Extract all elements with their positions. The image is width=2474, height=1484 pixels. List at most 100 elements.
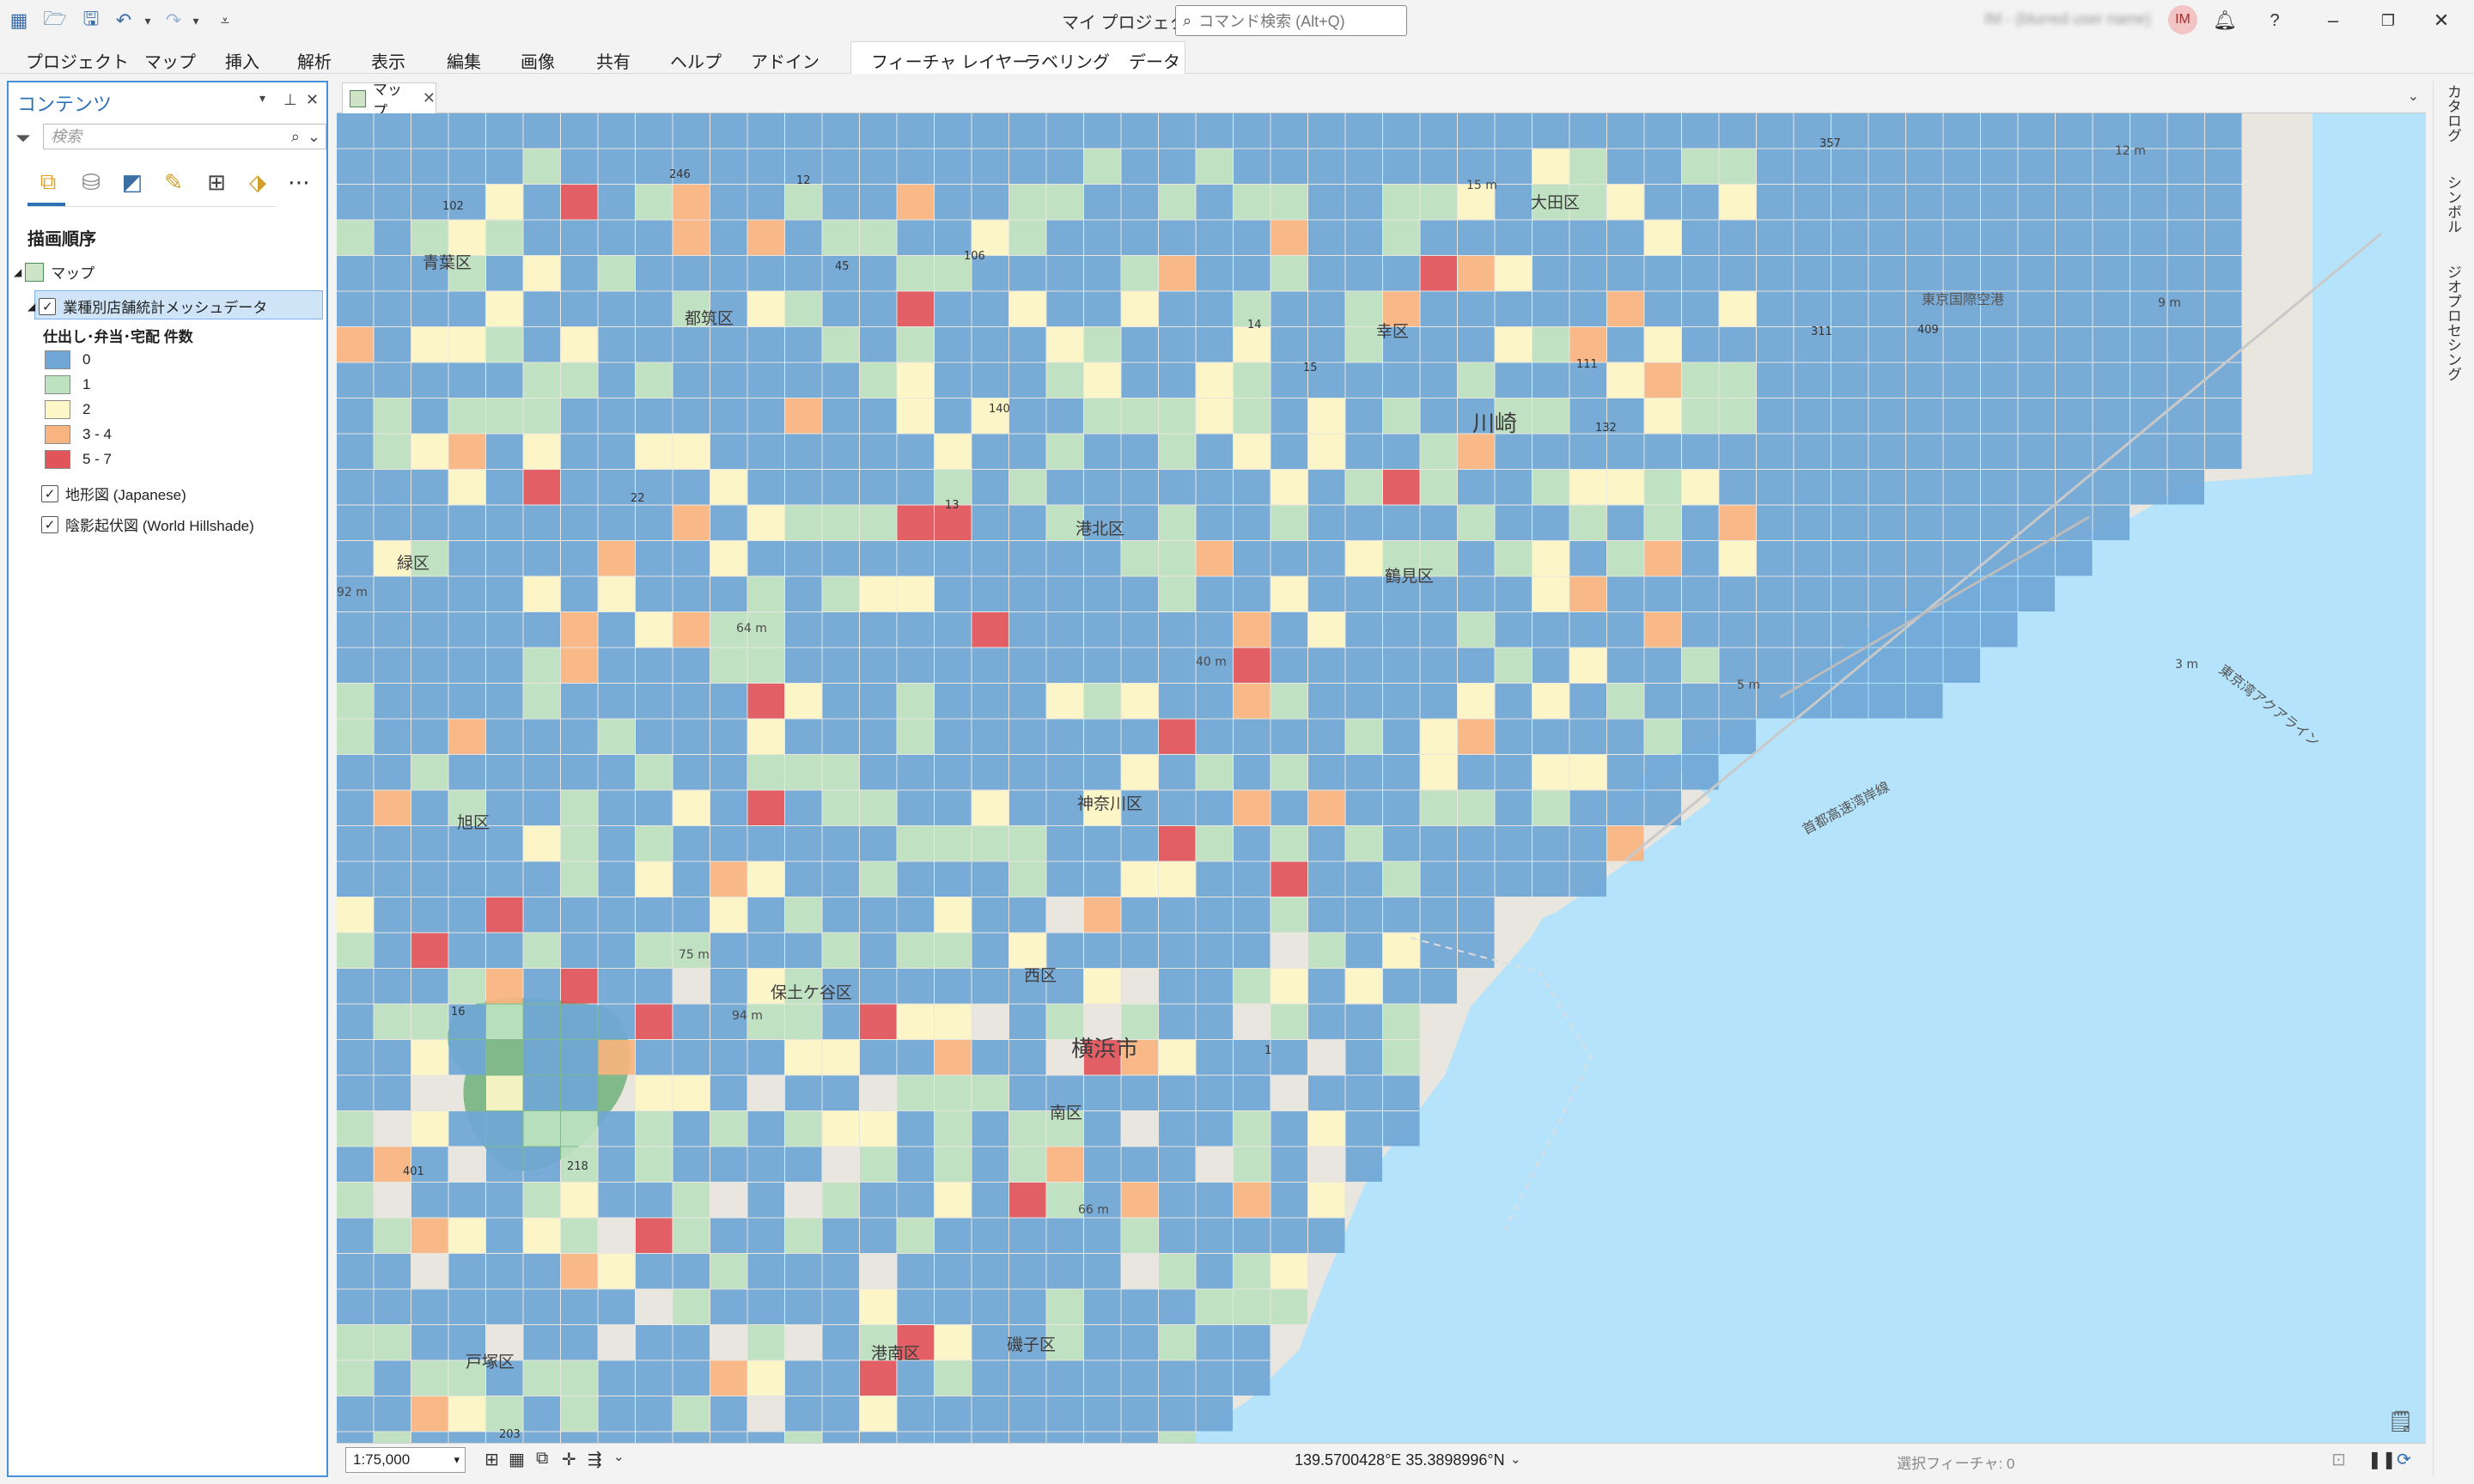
mesh-cell[interactable] xyxy=(1159,1040,1196,1075)
mesh-cell[interactable] xyxy=(1046,1146,1084,1183)
mesh-cell[interactable] xyxy=(860,612,897,648)
mesh-cell[interactable] xyxy=(2056,113,2093,149)
mesh-cell[interactable] xyxy=(1569,256,1607,291)
mesh-cell[interactable] xyxy=(1046,327,1084,362)
mesh-cell[interactable] xyxy=(897,220,935,256)
mesh-cell[interactable] xyxy=(710,256,747,291)
mesh-cell[interactable] xyxy=(337,434,374,470)
mesh-cell[interactable] xyxy=(1196,1004,1234,1040)
mesh-cell[interactable] xyxy=(710,897,747,933)
mesh-cell[interactable] xyxy=(523,1254,561,1289)
mesh-cell[interactable] xyxy=(673,434,710,470)
mesh-cell[interactable] xyxy=(710,1111,747,1146)
mesh-cell[interactable] xyxy=(1159,1111,1196,1146)
mesh-cell[interactable] xyxy=(448,1396,486,1432)
mesh-cell[interactable] xyxy=(337,1218,374,1254)
mesh-cell[interactable] xyxy=(860,185,897,220)
mesh-cell[interactable] xyxy=(1159,327,1196,362)
mesh-cell[interactable] xyxy=(1719,505,1757,541)
mesh-cell[interactable] xyxy=(1159,684,1196,719)
mesh-cell[interactable] xyxy=(2167,470,2205,505)
mesh-cell[interactable] xyxy=(561,861,598,897)
mesh-cell[interactable] xyxy=(710,327,747,362)
mesh-cell[interactable] xyxy=(1196,1111,1234,1146)
mesh-cell[interactable] xyxy=(1159,1075,1196,1111)
mesh-cell[interactable] xyxy=(411,612,448,648)
mesh-cell[interactable] xyxy=(2167,256,2205,291)
mesh-cell[interactable] xyxy=(747,826,785,861)
mesh-cell[interactable] xyxy=(2130,185,2167,220)
mesh-cell[interactable] xyxy=(1345,470,1383,505)
mesh-cell[interactable] xyxy=(337,1004,374,1040)
mesh-cell[interactable] xyxy=(1084,1146,1121,1183)
mesh-cell[interactable] xyxy=(337,969,374,1004)
mesh-cell[interactable] xyxy=(1308,541,1345,576)
mesh-cell[interactable] xyxy=(935,327,972,362)
mesh-cell[interactable] xyxy=(2018,256,2056,291)
mesh-cell[interactable] xyxy=(337,1289,374,1325)
mesh-cell[interactable] xyxy=(1196,220,1234,256)
mesh-cell[interactable] xyxy=(1196,790,1234,826)
mesh-cell[interactable] xyxy=(1271,149,1308,185)
mesh-cell[interactable] xyxy=(1458,362,1495,398)
mesh-cell[interactable] xyxy=(1533,149,1569,185)
mesh-cell[interactable] xyxy=(1607,185,1644,220)
mesh-cell[interactable] xyxy=(561,362,598,398)
mesh-cell[interactable] xyxy=(1271,220,1308,256)
mesh-cell[interactable] xyxy=(1121,1360,1159,1396)
mesh-cell[interactable] xyxy=(598,398,636,434)
mesh-cell[interactable] xyxy=(636,149,673,185)
clear-selection-icon[interactable]: ⊡ xyxy=(2331,1449,2346,1470)
mesh-cell[interactable] xyxy=(897,113,935,149)
legend-item[interactable]: 2 xyxy=(45,400,90,419)
mesh-cell[interactable] xyxy=(822,1396,860,1432)
side-tab-symbology[interactable]: シンボル xyxy=(2442,175,2464,234)
mesh-cell[interactable] xyxy=(1420,505,1458,541)
mesh-cell[interactable] xyxy=(1533,434,1569,470)
mesh-cell[interactable] xyxy=(337,1360,374,1396)
mesh-cell[interactable] xyxy=(860,541,897,576)
mesh-cell[interactable] xyxy=(1084,362,1121,398)
mesh-cell[interactable] xyxy=(1644,755,1682,790)
mesh-cell[interactable] xyxy=(486,969,523,1004)
mesh-cell[interactable] xyxy=(710,648,747,684)
mesh-cell[interactable] xyxy=(374,576,411,612)
mesh-cell[interactable] xyxy=(1121,576,1159,612)
mesh-cell[interactable] xyxy=(1271,1111,1308,1146)
mesh-cell[interactable] xyxy=(785,185,822,220)
mesh-cell[interactable] xyxy=(374,1289,411,1325)
mesh-cell[interactable] xyxy=(1234,1183,1271,1218)
mesh-cell[interactable] xyxy=(935,434,972,470)
mesh-cell[interactable] xyxy=(411,861,448,897)
mesh-cell[interactable] xyxy=(1757,185,1794,220)
mesh-cell[interactable] xyxy=(1644,113,1682,149)
collapse-icon[interactable]: ◢ xyxy=(14,266,21,278)
mesh-cell[interactable] xyxy=(785,1075,822,1111)
basemap-topographic-item[interactable]: ✓ 地形図 (Japanese) xyxy=(41,483,186,504)
mesh-cell[interactable] xyxy=(1159,398,1196,434)
mesh-cell[interactable] xyxy=(1682,505,1719,541)
mesh-cell[interactable] xyxy=(1046,1289,1084,1325)
mesh-cell[interactable] xyxy=(1009,505,1046,541)
mesh-cell[interactable] xyxy=(972,755,1009,790)
mesh-cell[interactable] xyxy=(1234,790,1271,826)
mesh-cell[interactable] xyxy=(860,576,897,612)
mesh-cell[interactable] xyxy=(785,1254,822,1289)
mesh-cell[interactable] xyxy=(1383,684,1420,719)
mesh-cell[interactable] xyxy=(337,1075,374,1111)
mesh-cell[interactable] xyxy=(972,362,1009,398)
mesh-cell[interactable] xyxy=(1794,220,1831,256)
mesh-cell[interactable] xyxy=(374,684,411,719)
mesh-cell[interactable] xyxy=(1234,1075,1271,1111)
mesh-cell[interactable] xyxy=(2205,185,2242,220)
mesh-cell[interactable] xyxy=(1943,505,1981,541)
mesh-cell[interactable] xyxy=(1271,434,1308,470)
mesh-cell[interactable] xyxy=(2167,362,2205,398)
mesh-cell[interactable] xyxy=(1308,220,1345,256)
mesh-cell[interactable] xyxy=(673,1183,710,1218)
mesh-cell[interactable] xyxy=(598,1146,636,1183)
mesh-cell[interactable] xyxy=(636,826,673,861)
mesh-cell[interactable] xyxy=(897,648,935,684)
mesh-cell[interactable] xyxy=(1196,576,1234,612)
mesh-cell[interactable] xyxy=(337,897,374,933)
